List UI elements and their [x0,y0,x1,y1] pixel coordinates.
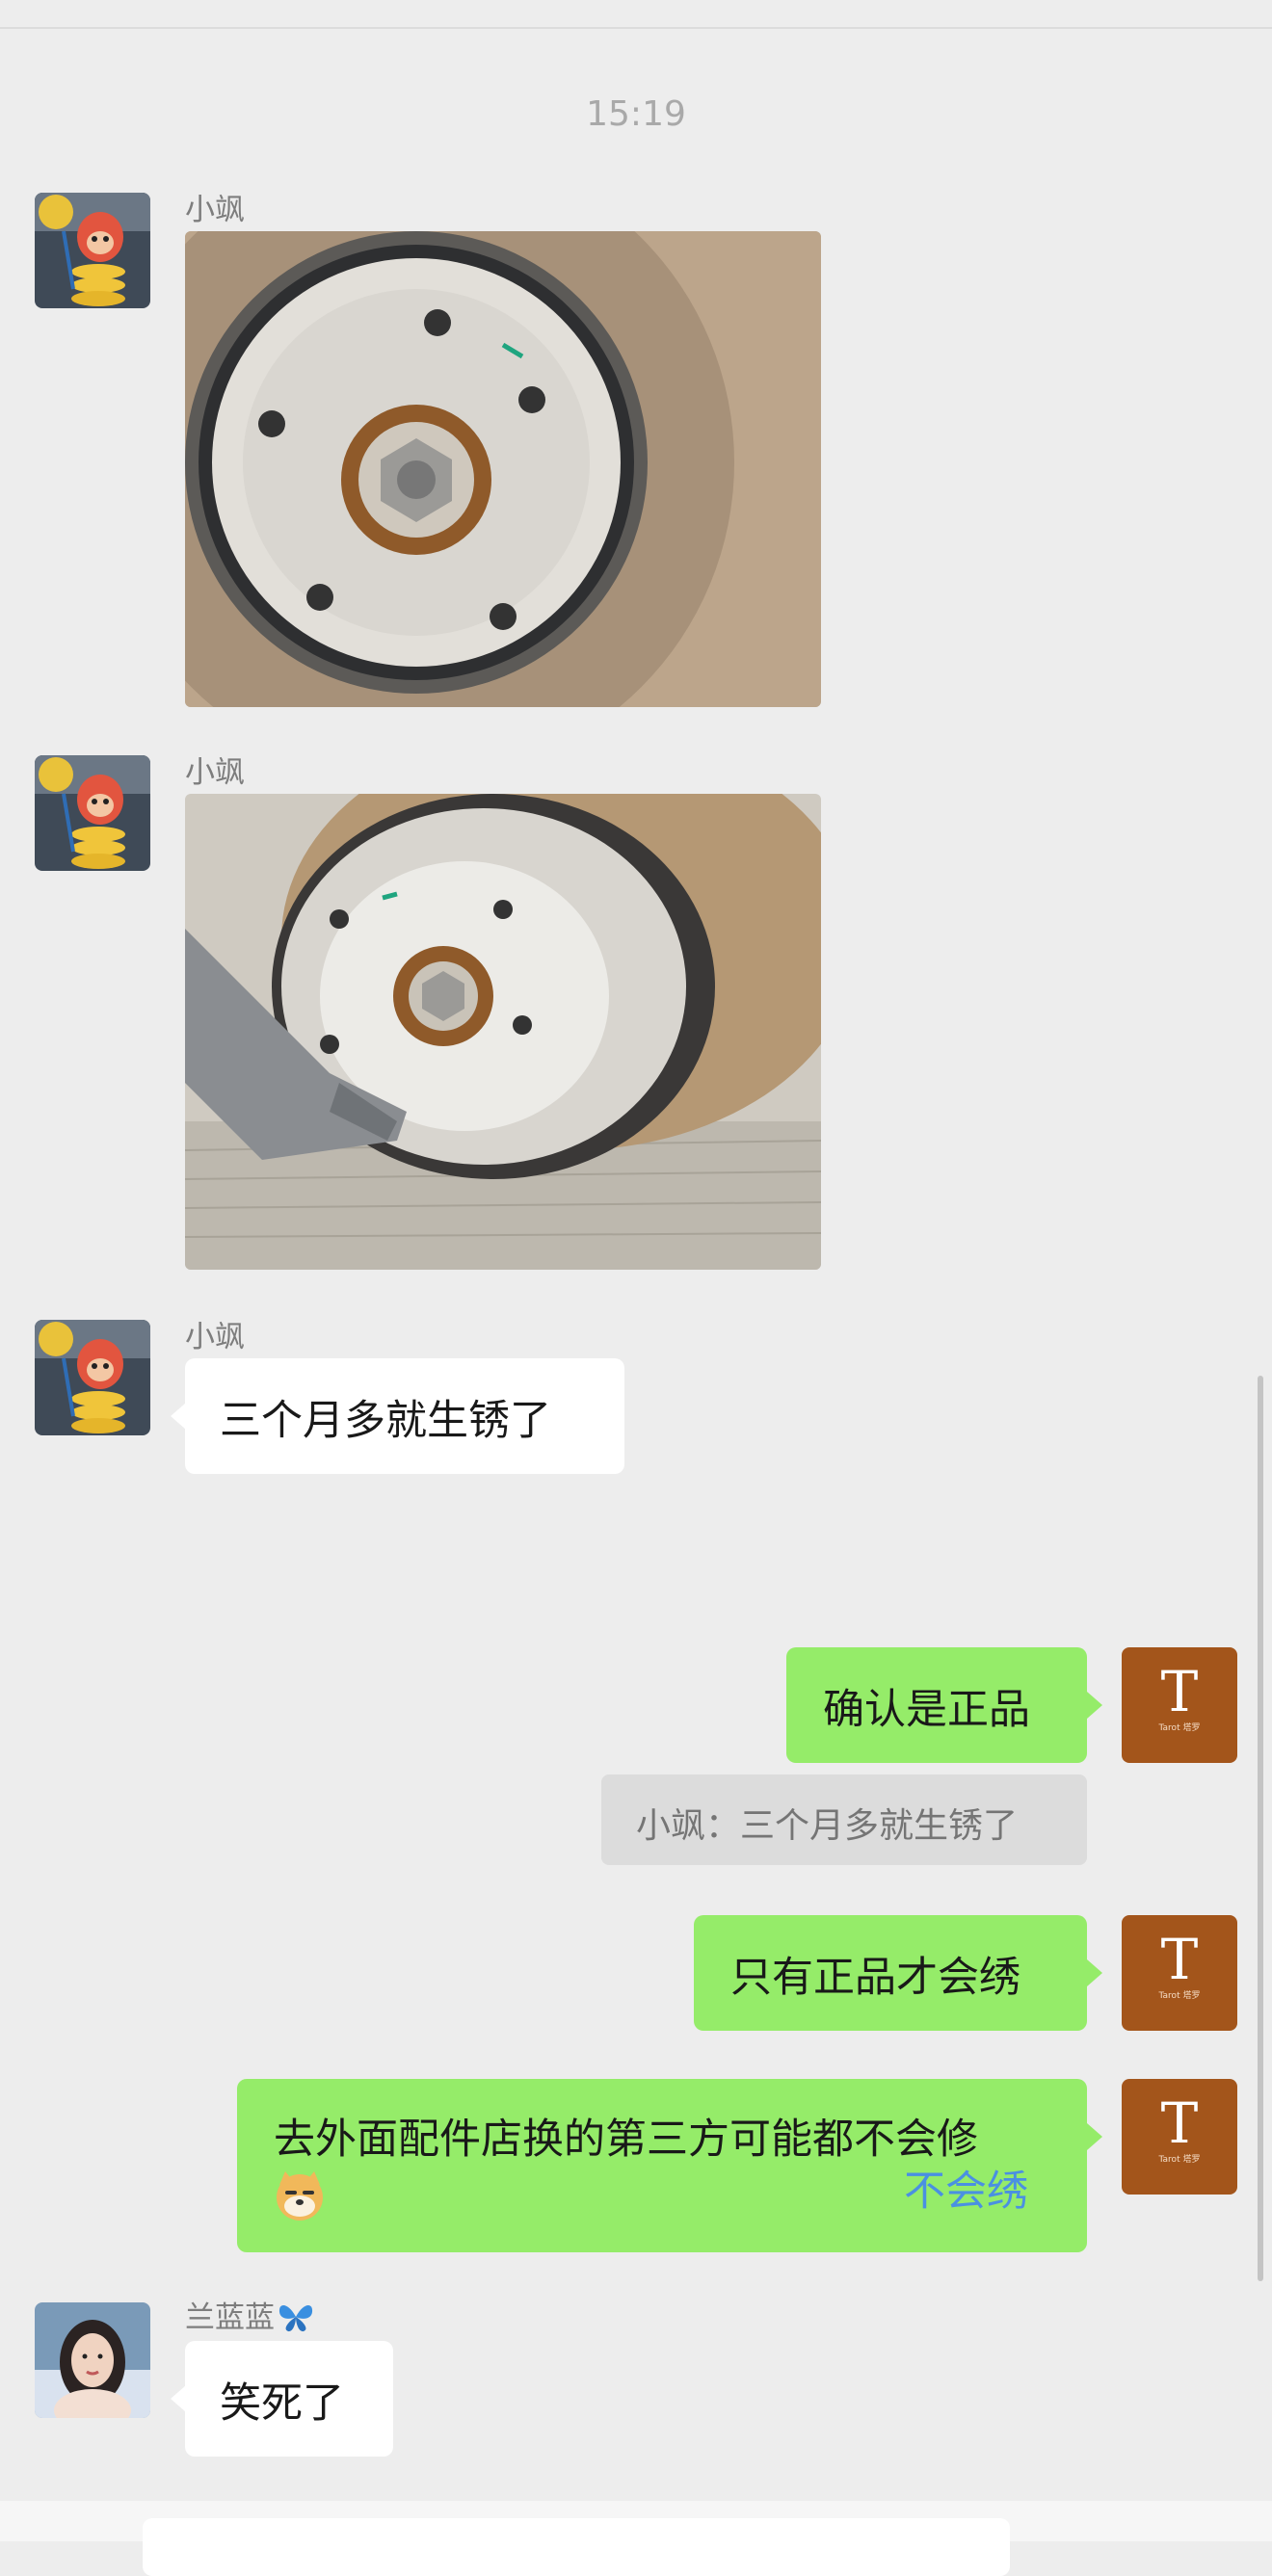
brake-disc-photo-icon [185,231,821,707]
sender-name: 小飒 [185,755,245,790]
my-avatar[interactable]: T Tarot 塔罗 [1122,1647,1237,1763]
doge-emoji-icon [274,2169,326,2221]
butterfly-icon [277,2300,315,2333]
avatar-subtext: Tarot 塔罗 [1158,1991,1201,2001]
sender-name: 小飒 [185,1320,245,1354]
bubble-tail [171,1403,186,1430]
avatar-subtext: Tarot 塔罗 [1158,1723,1201,1733]
message-bubble[interactable]: 只有正品才会绣 [694,1915,1087,2031]
sender-name-text: 兰蓝蓝 [185,2300,275,2335]
monkey-toy-icon [35,755,150,871]
bubble-tail [1087,1959,1102,1986]
avatar-subtext: Tarot 塔罗 [1158,2155,1201,2165]
message-bubble[interactable]: 去外面配件店换的第三方可能都不会修 不会绣 [237,2079,1087,2252]
message-input[interactable] [143,2518,1010,2576]
avatar-xiaosa[interactable] [35,755,150,871]
bubble-tail [171,2385,186,2412]
avatar-letter: T [1160,1927,1199,1992]
quoted-message[interactable]: 小飒：三个月多就生锈了 [601,1774,1087,1865]
bubble-tail [1087,1692,1102,1719]
sender-name: 小飒 [185,193,245,227]
message-text: 去外面配件店换的第三方可能都不会修 [274,2116,978,2164]
avatar-xiaosa[interactable] [35,193,150,308]
chat-image[interactable] [185,231,821,707]
bubble-tail [1087,2123,1102,2150]
sender-name: 兰蓝蓝 [185,2293,315,2336]
my-avatar[interactable]: T Tarot 塔罗 [1122,1915,1237,2031]
avatar-letter: T [1160,2090,1199,2156]
monkey-toy-icon [35,193,150,308]
avatar-lanlanlan[interactable] [35,2302,150,2418]
timestamp: 15:19 [586,94,686,134]
message-bubble[interactable]: 笑死了 [185,2341,393,2457]
brake-disc-photo-icon [185,794,821,1270]
scrollbar[interactable] [1258,1376,1263,2281]
my-avatar[interactable]: T Tarot 塔罗 [1122,2079,1237,2195]
chat-image[interactable] [185,794,821,1270]
message-bubble[interactable]: 三个月多就生锈了 [185,1358,624,1474]
top-bar [0,0,1272,29]
monkey-toy-icon [35,1320,150,1435]
message-bubble[interactable]: 确认是正品 [786,1647,1087,1763]
woman-portrait-icon [35,2302,150,2418]
avatar-letter: T [1160,1659,1199,1724]
avatar-xiaosa[interactable] [35,1320,150,1435]
link-text[interactable]: 不会绣 [904,2158,1028,2218]
